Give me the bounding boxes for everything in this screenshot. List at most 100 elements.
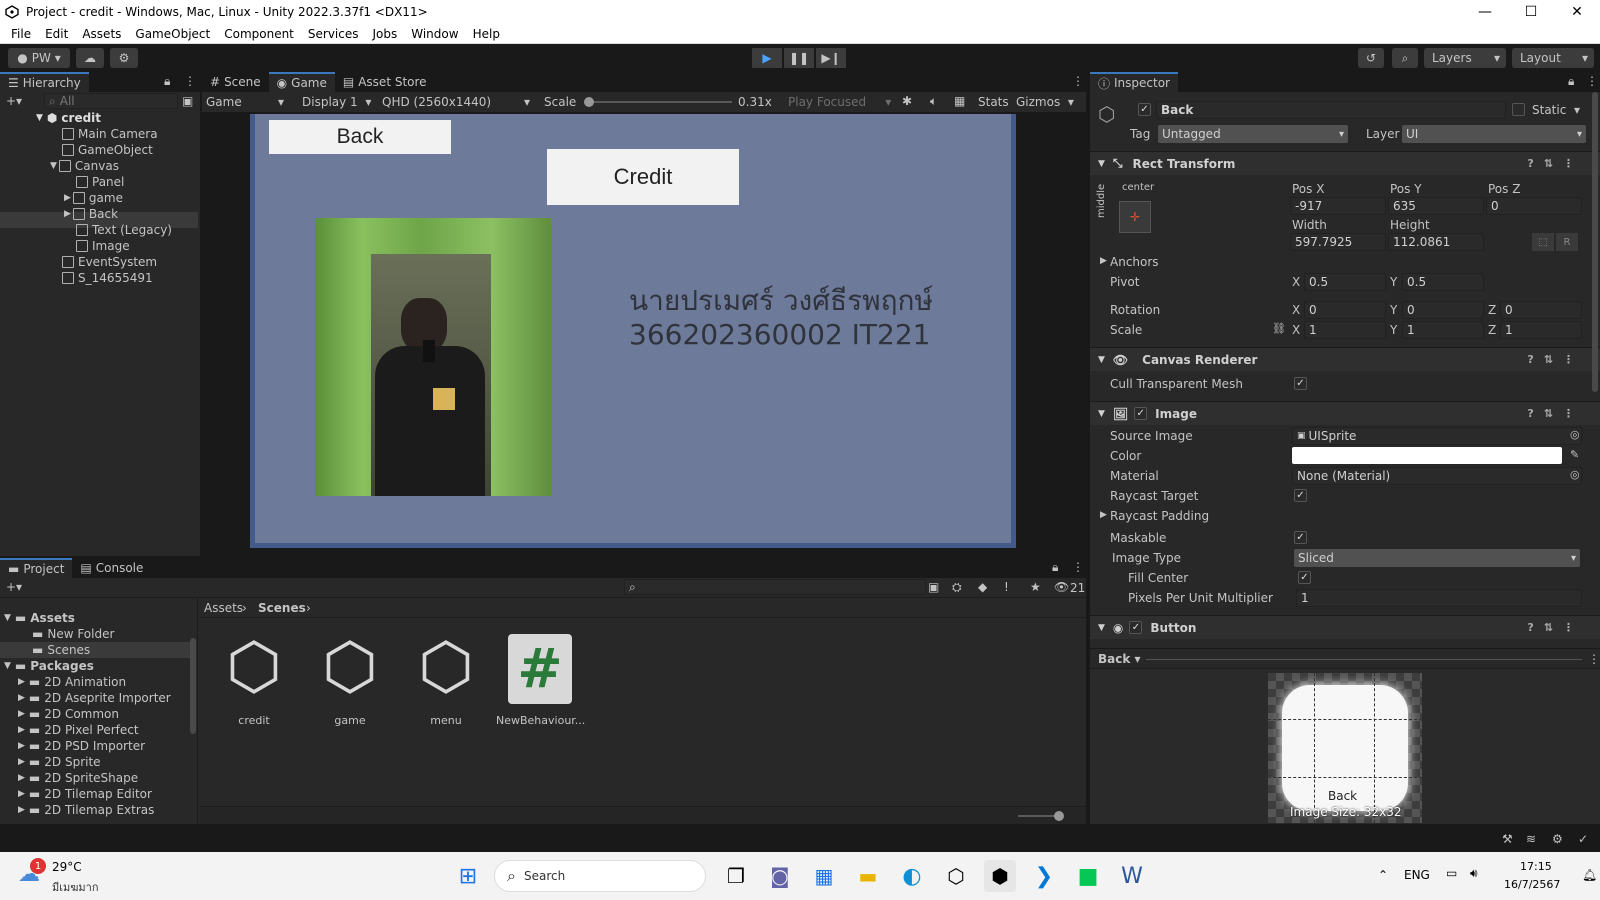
- history-button[interactable]: ↺: [1358, 48, 1384, 68]
- object-name-field[interactable]: Back: [1156, 101, 1506, 119]
- anchor-preset-button[interactable]: ✛: [1119, 201, 1151, 233]
- start-button[interactable]: ⊞: [452, 860, 484, 892]
- scale-slider-thumb[interactable]: [584, 97, 594, 107]
- tree-item-package[interactable]: ▶ ▬ 2D Animation: [18, 674, 126, 690]
- menu-edit[interactable]: Edit: [38, 27, 75, 41]
- eyedropper-icon[interactable]: ✎: [1570, 448, 1579, 461]
- tag-dropdown[interactable]: Untagged: [1158, 125, 1348, 143]
- unity-editor-app[interactable]: ⬢: [984, 860, 1016, 892]
- more-icon[interactable]: ⋮: [1563, 407, 1574, 420]
- breadcrumb-scenes[interactable]: Scenes: [258, 601, 306, 615]
- fill-center-checkbox[interactable]: ✓: [1298, 571, 1311, 584]
- filter-type-icon[interactable]: ⛭: [952, 580, 962, 595]
- bug-icon[interactable]: ✱: [902, 94, 912, 108]
- layers-dropdown[interactable]: Layers ▾: [1424, 48, 1506, 68]
- monitor-icon[interactable]: ▭: [1446, 866, 1457, 880]
- preview-name-dropdown[interactable]: Back ▾: [1098, 652, 1141, 666]
- source-image-field[interactable]: ▣ UISprite: [1292, 427, 1582, 445]
- layout-dropdown[interactable]: Layout ▾: [1512, 48, 1594, 68]
- asset-game[interactable]: ⬡ game: [318, 632, 382, 732]
- cull-transparent-checkbox[interactable]: ✓: [1294, 377, 1307, 390]
- hierarchy-item-gameobject[interactable]: GameObject: [62, 142, 153, 158]
- check-icon[interactable]: ✓: [1578, 832, 1588, 846]
- chevron-up-icon[interactable]: ⌃: [1378, 868, 1388, 882]
- label-icon[interactable]: ◆: [978, 580, 987, 594]
- minimize-button[interactable]: —: [1462, 0, 1508, 24]
- step-button[interactable]: ▶❙: [816, 48, 846, 68]
- volume-icon[interactable]: 🔊︎: [1470, 866, 1478, 881]
- scene-row[interactable]: ▼ ⬢ credit: [36, 110, 101, 126]
- menu-services[interactable]: Services: [301, 27, 366, 41]
- static-dropdown-icon[interactable]: ▾: [1574, 103, 1580, 117]
- menu-window[interactable]: Window: [404, 27, 465, 41]
- menu-assets[interactable]: Assets: [75, 27, 128, 41]
- notification-bell-icon[interactable]: 🔔︎: [1582, 868, 1597, 882]
- tree-item-package[interactable]: ▶ ▬ 2D Sprite: [18, 754, 101, 770]
- height-field[interactable]: 112.0861: [1388, 233, 1484, 251]
- cloud-button[interactable]: ☁: [76, 48, 104, 68]
- menu-component[interactable]: Component: [217, 27, 301, 41]
- hierarchy-item-main-camera[interactable]: Main Camera: [62, 126, 158, 142]
- lock-icon[interactable]: 🔒︎: [164, 74, 170, 89]
- maximize-button[interactable]: ☐: [1508, 0, 1554, 24]
- tree-item-packages[interactable]: ▼ ▬ Packages: [4, 658, 94, 674]
- preset-icon[interactable]: ⇅: [1544, 353, 1553, 366]
- canvas-renderer-header[interactable]: ▼ 👁︎ Canvas Renderer ? ⇅ ⋮: [1090, 347, 1600, 371]
- asset-menu[interactable]: ⬡ menu: [414, 632, 478, 732]
- speaker-icon[interactable]: 🔈︎: [930, 94, 937, 109]
- tab-inspector[interactable]: ⓘ Inspector: [1090, 72, 1178, 92]
- project-search-input[interactable]: ⌕: [624, 579, 926, 595]
- layers-status-icon[interactable]: ≋: [1526, 832, 1536, 846]
- tree-item-package[interactable]: ▶ ▬ 2D Common: [18, 706, 119, 722]
- tree-scrollbar[interactable]: [190, 638, 196, 734]
- object-picker-icon[interactable]: ◎: [1570, 428, 1580, 441]
- word-app[interactable]: W: [1116, 860, 1148, 892]
- more-icon[interactable]: ⋮: [1072, 560, 1084, 574]
- icon-size-thumb[interactable]: [1054, 811, 1064, 821]
- unity-hub-app[interactable]: ⬡: [940, 860, 972, 892]
- image-component-header[interactable]: ▼ 🖼︎ ✓ Image ? ⇅ ⋮: [1090, 401, 1600, 425]
- posz-field[interactable]: 0: [1486, 197, 1582, 215]
- rect-transform-header[interactable]: ▼ ⤡ Rect Transform ? ⇅ ⋮: [1090, 151, 1600, 175]
- posy-field[interactable]: 635: [1388, 197, 1484, 215]
- tab-game[interactable]: ◉ Game: [268, 72, 335, 92]
- favorite-icon[interactable]: ★: [1030, 580, 1041, 594]
- scale-y-field[interactable]: 1: [1402, 321, 1484, 339]
- gizmos-dropdown[interactable]: Gizmos ▾: [1016, 95, 1074, 109]
- task-view-button[interactable]: ❐: [720, 860, 752, 892]
- constrain-proportions-icon[interactable]: ⛓: [1272, 322, 1286, 335]
- rot-z-field[interactable]: 0: [1500, 301, 1582, 319]
- button-component-header[interactable]: ▼ ◉ ✓ Button ? ⇅ ⋮: [1090, 615, 1600, 639]
- close-button[interactable]: ✕: [1554, 0, 1600, 24]
- warning-icon[interactable]: !: [1004, 580, 1009, 594]
- language-indicator[interactable]: ENG: [1404, 868, 1430, 882]
- tree-item-package[interactable]: ▶ ▬ 2D PSD Importer: [18, 738, 145, 754]
- layer-dropdown[interactable]: UI: [1402, 125, 1586, 143]
- tree-item-package[interactable]: ▶ ▬ 2D Aseprite Importer: [18, 690, 171, 706]
- search-by-type-icon[interactable]: ▣: [928, 580, 939, 594]
- image-type-dropdown[interactable]: Sliced: [1294, 549, 1580, 567]
- help-icon[interactable]: ?: [1527, 157, 1533, 170]
- more-icon[interactable]: ⋮: [1072, 74, 1084, 88]
- filter-icon[interactable]: ▣: [182, 94, 193, 108]
- object-picker-icon[interactable]: ◎: [1570, 468, 1580, 481]
- hierarchy-item-canvas[interactable]: ▼ Canvas: [50, 158, 119, 174]
- hierarchy-item-image[interactable]: Image: [76, 238, 130, 254]
- game-viewport[interactable]: Back Credit นายปรเมศร์ วงศ์ธีรพฤกษ์ 3662…: [250, 114, 1016, 548]
- grid-stats-icon[interactable]: ▦: [954, 94, 965, 108]
- account-dropdown[interactable]: ● PW ▾: [8, 48, 70, 68]
- network-icon[interactable]: ⚒: [1502, 832, 1513, 846]
- rot-y-field[interactable]: 0: [1402, 301, 1484, 319]
- menu-help[interactable]: Help: [466, 27, 507, 41]
- hierarchy-item-game[interactable]: ▶ game: [64, 190, 123, 206]
- more-icon[interactable]: ⋮: [1586, 74, 1598, 88]
- preset-icon[interactable]: ⇅: [1544, 621, 1553, 634]
- game-credit-button[interactable]: Credit: [547, 149, 739, 205]
- pivot-y-field[interactable]: 0.5: [1402, 273, 1484, 291]
- raycast-target-checkbox[interactable]: ✓: [1294, 489, 1307, 502]
- more-icon[interactable]: ⋮: [1588, 652, 1600, 666]
- lock-icon[interactable]: 🔒︎: [1568, 74, 1574, 89]
- tree-item-package[interactable]: ▶ ▬ 2D Pixel Perfect: [18, 722, 139, 738]
- hierarchy-search-input[interactable]: ⌕ All: [44, 93, 178, 109]
- button-enabled-checkbox[interactable]: ✓: [1129, 621, 1143, 634]
